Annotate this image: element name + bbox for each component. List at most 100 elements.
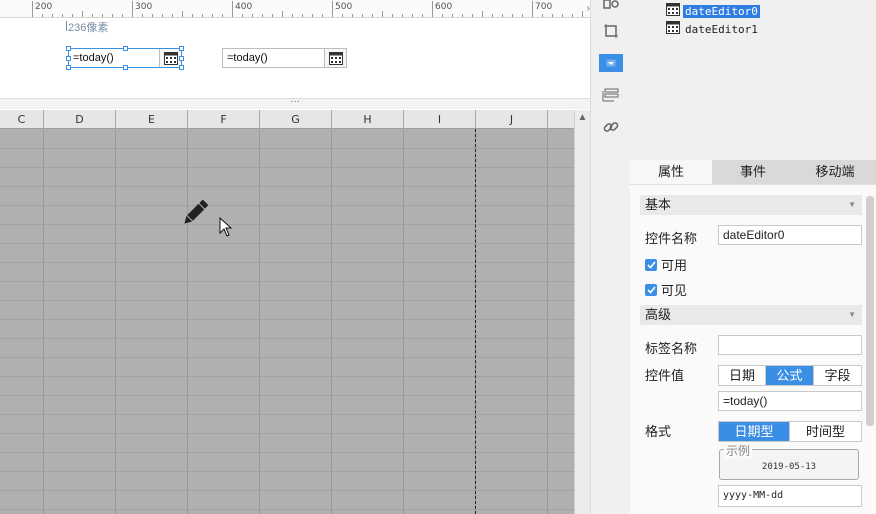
value-option-date[interactable]: 日期 (719, 366, 766, 385)
resize-handle-tc[interactable] (123, 46, 128, 51)
ruler-tick (292, 14, 293, 17)
ruler-tick (382, 11, 383, 17)
column-header[interactable]: C (0, 110, 44, 129)
frame-icon[interactable] (599, 21, 623, 41)
column-header[interactable]: I (404, 110, 476, 129)
grid-row-line (0, 395, 574, 396)
column-header[interactable]: E (116, 110, 188, 129)
layers-icon[interactable] (599, 85, 623, 105)
format-option-time[interactable]: 时间型 (790, 422, 861, 441)
chevron-down-icon: ▼ (848, 310, 856, 319)
calendar-icon[interactable] (324, 49, 346, 67)
width-indicator-label: 236像素 (65, 19, 108, 35)
ruler-tick (132, 1, 133, 17)
resize-handle-br[interactable] (179, 65, 184, 70)
example-value: 2019-05-13 (761, 462, 817, 472)
splitter-handle[interactable]: ··· (0, 97, 590, 109)
mouse-cursor-icon (219, 216, 233, 240)
column-header[interactable]: F (188, 110, 260, 129)
scroll-up-arrow[interactable]: ▲ (575, 110, 590, 126)
format-pattern-input[interactable]: yyyy-MM-dd (718, 485, 862, 507)
visible-checkbox[interactable]: 可见 (645, 280, 687, 299)
ruler-label: 200 (35, 2, 53, 12)
ruler-tick (502, 14, 503, 17)
tree-item-date-editor-0[interactable]: dateEditor0 (666, 3, 760, 19)
vertical-scrollbar[interactable]: ▲ (574, 110, 590, 514)
resize-handle-mr[interactable] (179, 56, 184, 61)
ruler-tick (92, 14, 93, 17)
ruler-tick (152, 14, 153, 17)
format-option-date[interactable]: 日期型 (719, 422, 790, 441)
enabled-checkbox[interactable]: 可用 (645, 255, 687, 274)
tag-name-input[interactable] (718, 335, 862, 355)
layer-tool-icon[interactable] (599, 0, 623, 14)
date-editor-0-widget[interactable]: =today() (66, 46, 184, 70)
visible-label: 可见 (661, 283, 688, 298)
calendar-icon (666, 21, 680, 37)
calendar-icon[interactable] (159, 49, 181, 67)
resize-handle-ml[interactable] (66, 56, 71, 61)
ruler-tick (122, 14, 123, 17)
grid-row-line (0, 490, 574, 491)
ruler-tick (492, 14, 493, 17)
section-advanced[interactable]: 高级 ▼ (640, 305, 862, 325)
ruler-tick (302, 14, 303, 17)
ruler-tick (52, 14, 53, 17)
ruler-tick (532, 1, 533, 17)
select-icon[interactable] (599, 54, 623, 72)
widget-name-input[interactable]: dateEditor0 (718, 225, 862, 245)
ruler-tick (332, 1, 333, 17)
date-editor-1-widget[interactable]: =today() (222, 48, 347, 68)
tab-mobile[interactable]: 移动端 (794, 160, 876, 184)
ruler-tick (352, 14, 353, 17)
ruler-tick (582, 11, 583, 17)
ruler-tick (102, 14, 103, 17)
formula-input[interactable]: =today() (718, 391, 862, 411)
resize-handle-tl[interactable] (66, 46, 71, 51)
format-type-selector: 日期型 时间型 (718, 421, 862, 442)
value-option-formula[interactable]: 公式 (766, 366, 814, 385)
ruler-tick (262, 14, 263, 17)
ruler-tick (182, 11, 183, 17)
link-icon[interactable] (599, 117, 623, 137)
resize-handle-tr[interactable] (179, 46, 184, 51)
tree-item-date-editor-1[interactable]: dateEditor1 (666, 21, 760, 37)
resize-handle-bl[interactable] (66, 65, 71, 70)
ruler-tick (542, 14, 543, 17)
ruler-tick (322, 14, 323, 17)
ruler-tick (562, 14, 563, 17)
column-header[interactable]: J (476, 110, 548, 129)
resize-handle-bc[interactable] (123, 65, 128, 70)
property-panel-scrollbar[interactable] (866, 196, 874, 426)
ruler-tick (252, 14, 253, 17)
grid-row-line (0, 281, 574, 282)
tool-strip (590, 0, 630, 514)
ruler-tick (202, 14, 203, 17)
ruler-tick (42, 14, 43, 17)
tab-properties[interactable]: 属性 (630, 160, 712, 184)
column-header[interactable]: G (260, 110, 332, 129)
column-header[interactable]: D (44, 110, 116, 129)
ruler-tick (522, 14, 523, 17)
ruler-tick (72, 14, 73, 17)
ruler-tick (372, 14, 373, 17)
ruler-tick (472, 14, 473, 17)
section-basic[interactable]: 基本 ▼ (640, 195, 862, 215)
ruler-tick (452, 14, 453, 17)
value-option-field[interactable]: 字段 (814, 366, 861, 385)
ruler-label: 400 (235, 2, 253, 12)
spreadsheet-grid[interactable]: CDEFGHIJ (0, 110, 574, 514)
grid-row-line (0, 471, 574, 472)
ruler-label: 300 (135, 2, 153, 12)
chevron-down-icon: ▼ (848, 200, 856, 209)
checkmark-icon (645, 283, 657, 296)
tab-events[interactable]: 事件 (712, 160, 794, 184)
calendar-icon (666, 3, 680, 19)
ruler-tick (212, 14, 213, 17)
ruler-tick (272, 14, 273, 17)
design-canvas[interactable]: › 200 300 400 500 600 700 236像素 =today() =tod… (0, 0, 590, 514)
ruler-tick (142, 14, 143, 17)
grid-row-line (0, 376, 574, 377)
widget-name-label: 控件名称 (645, 231, 698, 246)
column-header[interactable]: H (332, 110, 404, 129)
